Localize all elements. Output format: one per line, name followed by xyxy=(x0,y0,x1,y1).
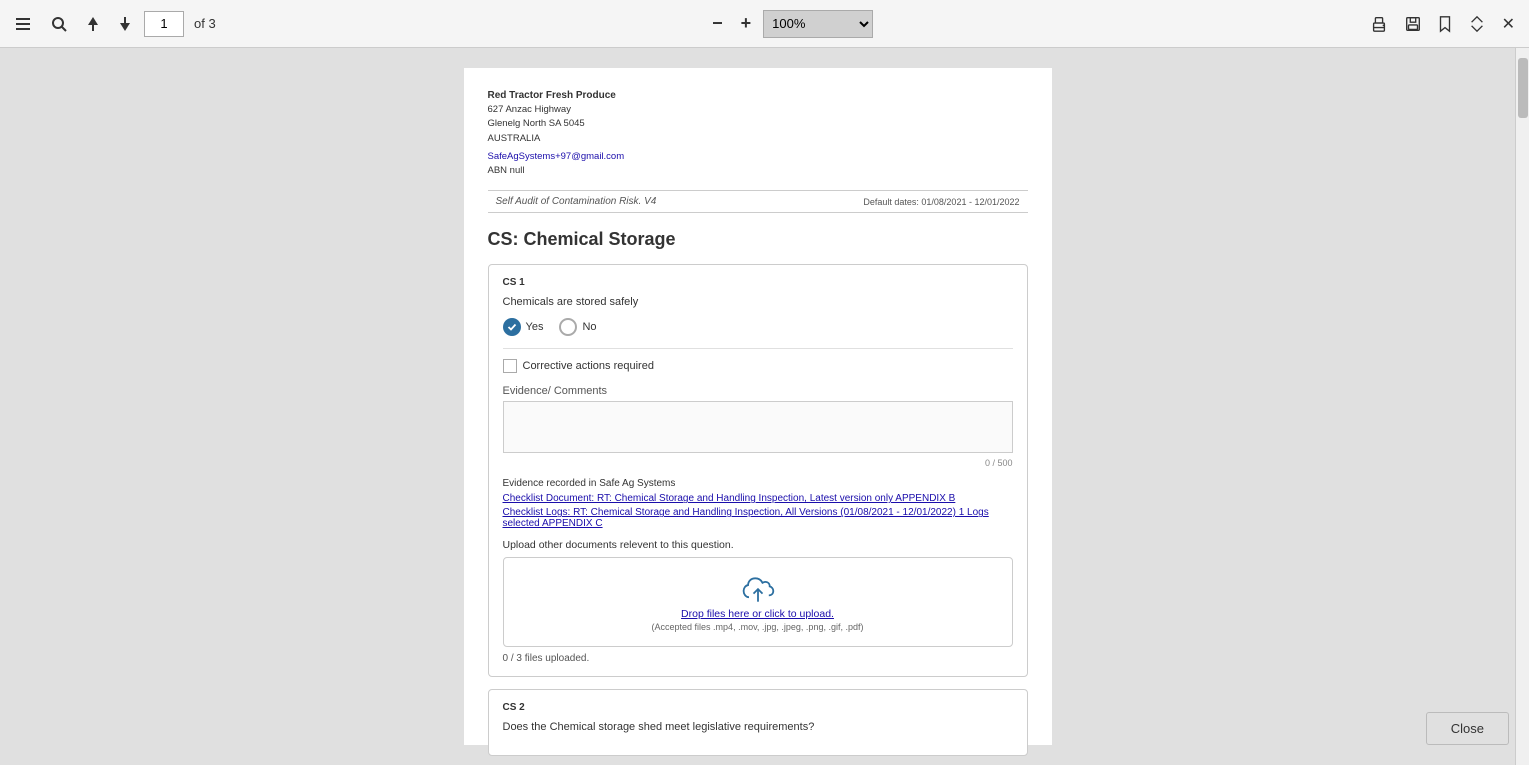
email: SafeAgSystems+97@gmail.com xyxy=(488,151,625,162)
toolbar-right: ✕ xyxy=(1364,10,1521,38)
audit-title: Self Audit of Contamination Risk. V4 xyxy=(496,196,657,207)
save-button[interactable] xyxy=(1398,11,1428,37)
upload-count: 0 / 3 files uploaded. xyxy=(503,653,1013,664)
evidence-label: Evidence/ Comments xyxy=(503,385,1013,397)
close-x-button[interactable]: ✕ xyxy=(1496,10,1521,38)
zoom-select[interactable]: 50% 75% 100% 125% 150% 200% xyxy=(763,10,873,38)
company-header: Red Tractor Fresh Produce 627 Anzac High… xyxy=(488,88,1028,178)
zoom-out-button[interactable]: − xyxy=(706,9,729,38)
audit-dates: Default dates: 01/08/2021 - 12/01/2022 xyxy=(863,197,1019,207)
checkmark-icon xyxy=(507,322,517,332)
toolbar-center: − + 50% 75% 100% 125% 150% 200% xyxy=(216,9,1364,38)
upload-zone[interactable]: Drop files here or click to upload. (Acc… xyxy=(503,557,1013,647)
address-line2: Glenelg North SA 5045 xyxy=(488,117,1028,131)
zoom-in-button[interactable]: + xyxy=(735,9,758,38)
abn: ABN null xyxy=(488,164,1028,178)
expand-button[interactable] xyxy=(1462,11,1492,37)
sidebar-toggle-button[interactable] xyxy=(8,11,38,37)
upload-label: Upload other documents relevent to this … xyxy=(503,539,1013,551)
next-page-button[interactable] xyxy=(112,11,138,37)
corrective-label: Corrective actions required xyxy=(523,360,654,372)
company-name: Red Tractor Fresh Produce xyxy=(488,88,1028,103)
bookmark-icon xyxy=(1438,15,1452,33)
country: AUSTRALIA xyxy=(488,132,1028,146)
pdf-viewer[interactable]: Red Tractor Fresh Produce 627 Anzac High… xyxy=(0,48,1515,765)
page-total: of 3 xyxy=(194,16,216,31)
cs2-id: CS 2 xyxy=(503,702,1013,713)
print-icon xyxy=(1370,15,1388,33)
save-icon xyxy=(1404,15,1422,33)
upload-cloud-icon xyxy=(740,572,776,608)
scrollbar[interactable] xyxy=(1515,48,1529,765)
audit-header: Self Audit of Contamination Risk. V4 Def… xyxy=(488,190,1028,213)
main-area: Red Tractor Fresh Produce 627 Anzac High… xyxy=(0,48,1529,765)
upload-accepted: (Accepted files .mp4, .mov, .jpg, .jpeg,… xyxy=(652,622,864,632)
no-option[interactable]: No xyxy=(559,318,596,336)
yes-option[interactable]: Yes xyxy=(503,318,544,336)
address-line1: 627 Anzac Highway xyxy=(488,103,1028,117)
toolbar: 1 of 3 − + 50% 75% 100% 125% 150% 200% xyxy=(0,0,1529,48)
cs1-options: Yes No xyxy=(503,318,1013,336)
sidebar-icon xyxy=(14,15,32,33)
section-title: CS: Chemical Storage xyxy=(488,229,1028,250)
divider xyxy=(503,348,1013,349)
up-arrow-icon xyxy=(86,15,100,33)
search-icon xyxy=(50,15,68,33)
cs2-box: CS 2 Does the Chemical storage shed meet… xyxy=(488,689,1028,756)
no-radio-unchecked xyxy=(559,318,577,336)
expand-icon xyxy=(1468,15,1486,33)
prev-page-button[interactable] xyxy=(80,11,106,37)
pdf-page: Red Tractor Fresh Produce 627 Anzac High… xyxy=(464,68,1052,745)
close-button[interactable]: Close xyxy=(1426,712,1509,745)
evidence-textarea[interactable] xyxy=(503,401,1013,453)
cs1-box: CS 1 Chemicals are stored safely Yes xyxy=(488,264,1028,677)
evidence-link2[interactable]: Checklist Logs: RT: Chemical Storage and… xyxy=(503,507,1013,529)
scroll-thumb xyxy=(1518,58,1528,118)
yes-label: Yes xyxy=(526,321,544,333)
bookmark-button[interactable] xyxy=(1432,11,1458,37)
evidence-recorded: Evidence recorded in Safe Ag Systems xyxy=(503,478,1013,489)
corrective-row[interactable]: Corrective actions required xyxy=(503,359,1013,373)
down-arrow-icon xyxy=(118,15,132,33)
toolbar-left: 1 of 3 xyxy=(8,11,216,37)
cs1-question: Chemicals are stored safely xyxy=(503,296,1013,308)
cs2-question: Does the Chemical storage shed meet legi… xyxy=(503,721,1013,733)
no-label: No xyxy=(582,321,596,333)
evidence-link1[interactable]: Checklist Document: RT: Chemical Storage… xyxy=(503,493,1013,504)
upload-text: Drop files here or click to upload. xyxy=(681,608,834,620)
char-count: 0 / 500 xyxy=(503,458,1013,468)
search-button[interactable] xyxy=(44,11,74,37)
print-button[interactable] xyxy=(1364,11,1394,37)
corrective-checkbox[interactable] xyxy=(503,359,517,373)
cs1-id: CS 1 xyxy=(503,277,1013,288)
yes-radio-checked xyxy=(503,318,521,336)
page-number-input[interactable]: 1 xyxy=(144,11,184,37)
